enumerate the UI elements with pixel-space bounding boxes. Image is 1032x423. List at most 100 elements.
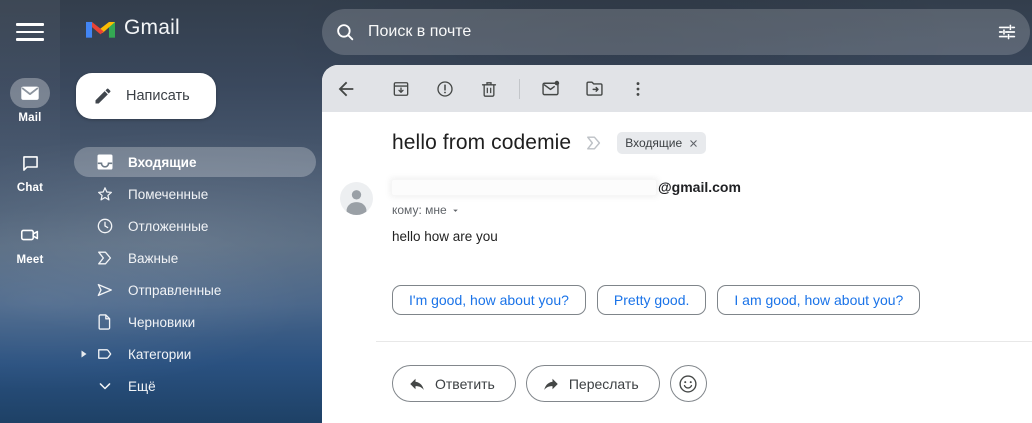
search-bar bbox=[322, 9, 1030, 55]
emoji-icon bbox=[679, 374, 697, 393]
draft-icon bbox=[98, 314, 111, 330]
search-input[interactable] bbox=[368, 23, 984, 41]
archive-icon bbox=[393, 81, 409, 96]
compose-label: Написать bbox=[126, 88, 190, 104]
hamburger-icon bbox=[16, 23, 44, 26]
star-icon bbox=[98, 187, 112, 201]
sidebar-item-label: Ещё bbox=[128, 378, 156, 394]
gmail-wordmark: Gmail bbox=[124, 16, 180, 39]
reply-button[interactable]: Ответить bbox=[392, 365, 516, 402]
move-to-button[interactable] bbox=[574, 69, 614, 109]
meet-icon bbox=[20, 229, 39, 241]
sidebar-item-label: Отложенные bbox=[128, 218, 209, 234]
recipient-text: кому: мне bbox=[392, 203, 447, 217]
forward-label: Переслать bbox=[568, 375, 639, 392]
rail-label-mail: Mail bbox=[18, 112, 42, 124]
forward-button[interactable]: Переслать bbox=[525, 365, 660, 402]
send-icon bbox=[97, 283, 112, 297]
label-chip-text: Входящие bbox=[625, 136, 683, 150]
mark-unread-icon bbox=[541, 80, 559, 96]
more-vert-icon bbox=[636, 81, 640, 96]
rail-label-chat: Chat bbox=[16, 182, 44, 194]
smart-reply-chip[interactable]: Pretty good. bbox=[596, 285, 707, 315]
meet-chip bbox=[10, 220, 50, 250]
gmail-logo-icon bbox=[86, 21, 115, 38]
sidebar-item-label: Категории bbox=[128, 346, 192, 362]
content-divider bbox=[376, 341, 1032, 342]
delete-icon bbox=[481, 81, 497, 97]
search-button[interactable] bbox=[322, 9, 368, 55]
smart-reply-chip[interactable]: I am good, how about you? bbox=[717, 285, 921, 315]
redacted-sender-name bbox=[392, 179, 656, 195]
back-button[interactable] bbox=[326, 69, 366, 109]
rail-item-meet[interactable]: Meet bbox=[0, 220, 60, 266]
sidebar: Gmail Написать Входящие Помеченные Отлож… bbox=[60, 0, 322, 423]
email-actions: Ответить Переслать bbox=[392, 365, 707, 402]
person-icon bbox=[346, 190, 367, 215]
sidebar-item-inbox[interactable]: Входящие bbox=[60, 146, 322, 178]
sidebar-item-important[interactable]: Важные bbox=[60, 242, 322, 274]
mail-icon bbox=[21, 86, 39, 100]
sidebar-item-label: Важные bbox=[128, 250, 179, 266]
sender-domain: @gmail.com bbox=[658, 179, 741, 195]
inbox-label-chip[interactable]: Входящие bbox=[617, 132, 707, 154]
search-options-button[interactable] bbox=[984, 9, 1030, 55]
reply-icon bbox=[410, 378, 424, 390]
expand-right-icon[interactable] bbox=[81, 350, 87, 358]
report-spam-icon bbox=[437, 80, 453, 97]
reply-label: Ответить bbox=[435, 375, 495, 392]
sidebar-item-starred[interactable]: Помеченные bbox=[60, 178, 322, 210]
gmail-brand: Gmail bbox=[86, 16, 180, 40]
sidebar-item-more[interactable]: Ещё bbox=[60, 370, 322, 402]
more-options-button[interactable] bbox=[618, 69, 658, 109]
compose-button[interactable]: Написать bbox=[76, 73, 216, 119]
email-body: hello how are you bbox=[392, 229, 498, 244]
important-marker-icon[interactable] bbox=[584, 133, 604, 153]
search-icon bbox=[337, 24, 354, 41]
inbox-icon bbox=[97, 154, 113, 170]
email-toolbar bbox=[322, 65, 1032, 112]
sender-block: @gmail.com кому: мне bbox=[392, 178, 741, 217]
sidebar-item-snoozed[interactable]: Отложенные bbox=[60, 210, 322, 242]
forward-icon bbox=[544, 378, 558, 390]
app-rail: Mail Chat Meet bbox=[0, 0, 60, 423]
emoji-reaction-button[interactable] bbox=[669, 365, 707, 402]
important-icon bbox=[98, 251, 112, 265]
pencil-icon bbox=[95, 88, 111, 104]
email-subject: hello from codemie bbox=[392, 131, 572, 154]
mail-chip bbox=[10, 78, 50, 108]
mark-unread-button[interactable] bbox=[530, 69, 570, 109]
label-icon bbox=[98, 349, 112, 359]
sidebar-item-label: Черновики bbox=[128, 314, 196, 330]
close-icon[interactable] bbox=[689, 139, 698, 148]
smart-reply-chip[interactable]: I'm good, how about you? bbox=[392, 285, 586, 315]
sidebar-item-label: Помеченные bbox=[128, 186, 209, 202]
smart-replies: I'm good, how about you? Pretty good. I … bbox=[392, 285, 921, 315]
clock-icon bbox=[97, 218, 113, 234]
email-view: hello from codemie Входящие @gmail.com к… bbox=[322, 65, 1032, 423]
main-menu-button[interactable] bbox=[16, 20, 44, 44]
dropdown-arrow-icon bbox=[452, 209, 458, 212]
report-spam-button[interactable] bbox=[425, 69, 465, 109]
sidebar-item-drafts[interactable]: Черновики bbox=[60, 306, 322, 338]
recipient-toggle[interactable]: кому: мне bbox=[392, 203, 741, 217]
chat-icon bbox=[22, 155, 38, 171]
chevron-down-icon bbox=[99, 383, 111, 390]
sender-line: @gmail.com bbox=[392, 178, 741, 196]
move-to-icon bbox=[585, 81, 603, 96]
sidebar-item-sent[interactable]: Отправленные bbox=[60, 274, 322, 306]
sidebar-item-categories[interactable]: Категории bbox=[60, 338, 322, 370]
folder-nav: Входящие Помеченные Отложенные Важные От… bbox=[60, 146, 322, 402]
sidebar-item-label: Отправленные bbox=[128, 282, 222, 298]
sender-avatar[interactable] bbox=[340, 182, 373, 215]
rail-item-mail[interactable]: Mail bbox=[0, 78, 60, 124]
tune-icon bbox=[998, 24, 1016, 40]
delete-button[interactable] bbox=[469, 69, 509, 109]
sidebar-item-label: Входящие bbox=[128, 154, 197, 170]
subject-row: hello from codemie Входящие bbox=[392, 131, 707, 155]
chat-chip bbox=[10, 148, 50, 178]
rail-item-chat[interactable]: Chat bbox=[0, 148, 60, 194]
archive-button[interactable] bbox=[381, 69, 421, 109]
rail-label-meet: Meet bbox=[16, 254, 44, 266]
back-icon bbox=[338, 81, 354, 96]
